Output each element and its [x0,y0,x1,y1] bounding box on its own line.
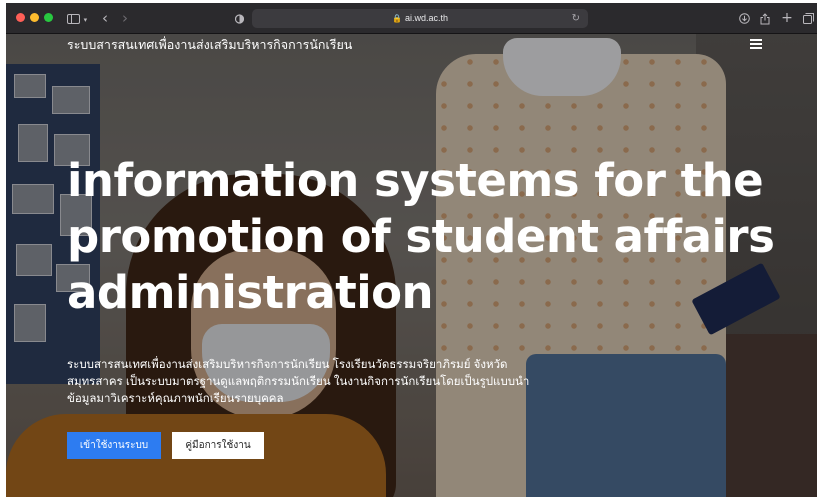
plus-icon[interactable]: + [780,3,794,34]
browser-window: ▾ ‹ › 🔒 ai.wd.ac.th ↻ + ระบบสารสนเทศเพื่… [6,3,817,497]
hero-section: ระบบสารสนเทศเพื่องานส่งเสริมบริหารกิจการ… [6,34,817,497]
hamburger-menu-icon[interactable] [750,39,762,49]
chevron-right-icon[interactable]: › [118,3,132,34]
reload-icon[interactable]: ↻ [572,9,580,28]
sidebar-icon[interactable]: ▾ [64,3,90,34]
tab-overview-icon[interactable] [801,3,815,34]
url-text: ai.wd.ac.th [404,13,448,23]
chevron-left-icon[interactable]: ‹ [98,3,112,34]
minimize-window-button[interactable] [30,13,39,22]
close-window-button[interactable] [16,13,25,22]
zoom-window-button[interactable] [44,13,53,22]
site-brand[interactable]: ระบบสารสนเทศเพื่องานส่งเสริมบริหารกิจการ… [67,37,352,54]
address-bar[interactable]: 🔒 ai.wd.ac.th ↻ [252,9,588,28]
lock-icon: 🔒 [392,14,402,23]
login-button[interactable]: เข้าใช้งานระบบ [67,432,161,459]
browser-toolbar: ▾ ‹ › 🔒 ai.wd.ac.th ↻ + [6,3,817,34]
hero-headline: information systems for the promotion of… [67,154,775,319]
shield-icon[interactable] [232,3,246,34]
download-icon[interactable] [737,3,751,34]
user-manual-button[interactable]: คู่มือการใช้งาน [172,432,264,459]
share-icon[interactable] [758,3,772,34]
hero-description: ระบบสารสนเทศเพื่องานส่งเสริมบริหารกิจการ… [67,359,530,405]
